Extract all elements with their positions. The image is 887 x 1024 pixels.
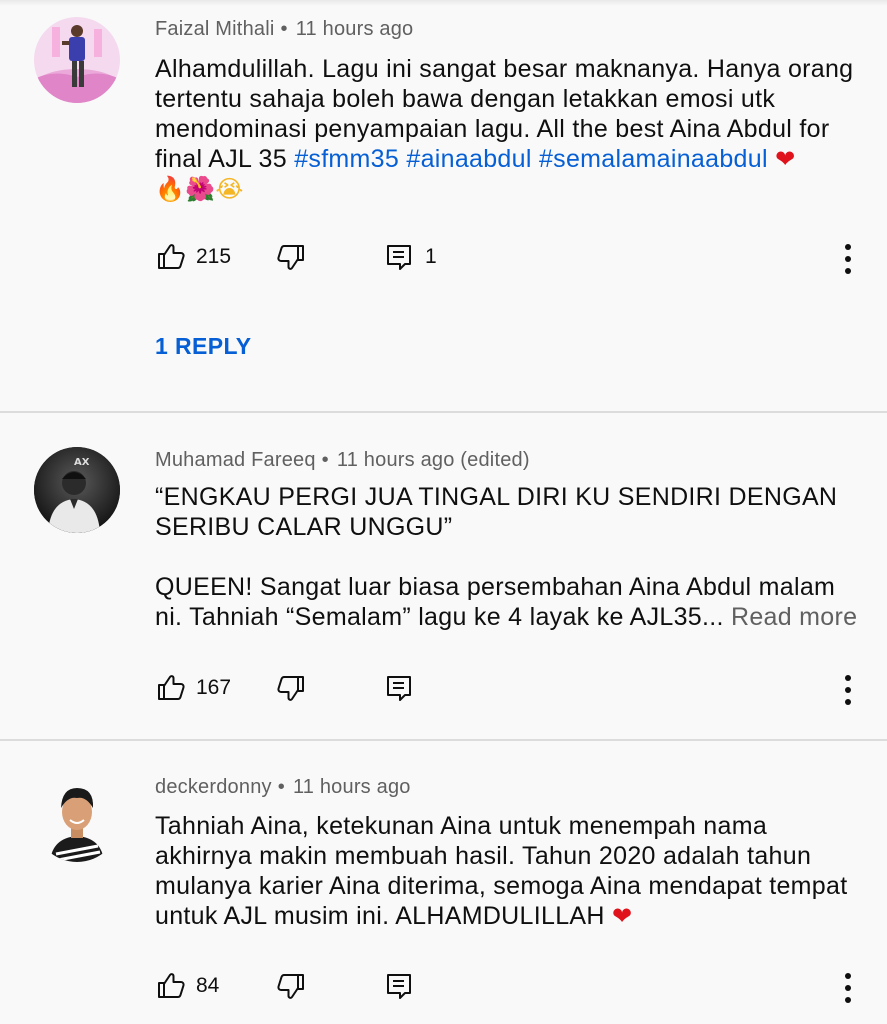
like-button[interactable] (156, 672, 186, 702)
more-actions-button[interactable] (834, 673, 862, 707)
comment-line: “ENGKAU PERGI JUA TINGAL DIRI KU SENDIRI… (155, 483, 838, 511)
comment-line-text: untuk AJL musim ini. ALHAMDULILLAH (155, 902, 612, 930)
hibiscus-emoji: 🌺 (185, 175, 216, 203)
read-more-link[interactable]: Read more (731, 603, 857, 631)
more-vert-icon (845, 675, 851, 705)
comment-line-text: final AJL 35 (155, 145, 295, 173)
reply-button[interactable] (384, 242, 414, 272)
comment-text: Tahniah Aina, ketekunan Aina untuk menem… (155, 811, 865, 931)
view-replies-button[interactable]: 1 REPLY (155, 333, 252, 360)
comment-line: akhirnya makin membuah hasil. Tahun 2020… (155, 842, 812, 870)
more-vert-icon (845, 244, 851, 274)
reply-count: 1 (425, 245, 437, 268)
like-button[interactable] (156, 241, 186, 271)
comment-line-text: ni. Tahniah “Semalam” lagu ke 4 layak ke… (155, 603, 724, 631)
comment-line: untuk AJL musim ini. ALHAMDULILLAH ❤ (155, 901, 865, 931)
divider (0, 411, 887, 413)
crying-face-emoji: 😭 (215, 175, 244, 203)
comment-line: final AJL 35 #sfmm35 #ainaabdul #semalam… (155, 144, 865, 174)
comment-text: “ENGKAU PERGI JUA TINGAL DIRI KU SENDIRI… (155, 482, 865, 632)
svg-text:AX: AX (74, 457, 90, 468)
more-vert-icon (845, 973, 851, 1003)
thumb-down-icon (277, 676, 304, 701)
comment-line: Alhamdulillah. Lagu ini sangat besar mak… (155, 55, 854, 83)
like-count: 167 (196, 676, 232, 699)
hashtag-link[interactable]: #semalamainaabdul (539, 145, 768, 173)
author-name[interactable]: Muhamad Fareeq (155, 449, 316, 471)
thumb-up-icon (158, 244, 185, 269)
comment-meta: Faizal Mithali • 11 hours ago (155, 18, 413, 41)
divider (0, 739, 887, 741)
more-actions-button[interactable] (834, 242, 862, 276)
comment-line: ni. Tahniah “Semalam” lagu ke 4 layak ke… (155, 602, 865, 632)
meta-separator: • (277, 776, 285, 798)
dislike-button[interactable] (276, 243, 306, 273)
comment-line: Tahniah Aina, ketekunan Aina untuk menem… (155, 812, 768, 840)
hashtag-link[interactable]: #sfmm35 (294, 145, 399, 173)
author-name[interactable]: Faizal Mithali (155, 18, 275, 40)
more-actions-button[interactable] (834, 971, 862, 1005)
avatar[interactable] (34, 17, 120, 103)
top-shadow (0, 0, 887, 6)
comment-line: 🔥🌺😭 (155, 174, 865, 204)
avatar[interactable] (34, 776, 120, 862)
comment-text: Alhamdulillah. Lagu ini sangat besar mak… (155, 54, 865, 204)
reply-button[interactable] (384, 673, 414, 703)
comment-meta: Muhamad Fareeq • 11 hours ago (edited) (155, 449, 530, 472)
thumb-up-icon (158, 973, 185, 998)
reply-button[interactable] (384, 971, 414, 1001)
author-name[interactable]: deckerdonny (155, 776, 272, 798)
thumb-down-icon (277, 974, 304, 999)
comment-time[interactable]: 11 hours ago (296, 18, 414, 40)
like-count: 215 (196, 245, 232, 268)
comment-line: mendominasi penyampaian lagu. All the be… (155, 115, 830, 143)
thumb-up-icon (158, 675, 185, 700)
comment-time[interactable]: 11 hours ago (293, 776, 411, 798)
comment-time[interactable]: 11 hours ago (edited) (337, 449, 530, 471)
heart-emoji: ❤ (775, 145, 796, 173)
fire-emoji: 🔥 (155, 175, 186, 203)
hashtag-link[interactable]: #ainaabdul (406, 145, 531, 173)
comment-meta: deckerdonny • 11 hours ago (155, 776, 411, 799)
comment-actions: 167 (0, 670, 887, 710)
avatar[interactable]: AX (34, 447, 120, 533)
comment-line: tertentu sahaja boleh bawa dengan letakk… (155, 85, 776, 113)
comment-line: mulanya karier Aina diterima, semoga Ain… (155, 872, 848, 900)
comment-actions: 215 1 (0, 239, 887, 279)
dislike-button[interactable] (276, 674, 306, 704)
comment-actions: 84 (0, 968, 887, 1008)
dislike-button[interactable] (276, 972, 306, 1002)
comment-icon (387, 676, 411, 701)
meta-separator: • (321, 449, 329, 471)
meta-separator: • (280, 18, 288, 40)
comment-icon (387, 974, 411, 999)
heart-emoji: ❤ (611, 902, 633, 930)
comment-line: QUEEN! Sangat luar biasa persembahan Ain… (155, 573, 836, 601)
thumb-down-icon (277, 245, 304, 270)
like-count: 84 (196, 974, 220, 997)
like-button[interactable] (156, 970, 186, 1000)
comment-icon (387, 245, 411, 270)
comment-line: SERIBU CALAR UNGGU” (155, 513, 453, 541)
